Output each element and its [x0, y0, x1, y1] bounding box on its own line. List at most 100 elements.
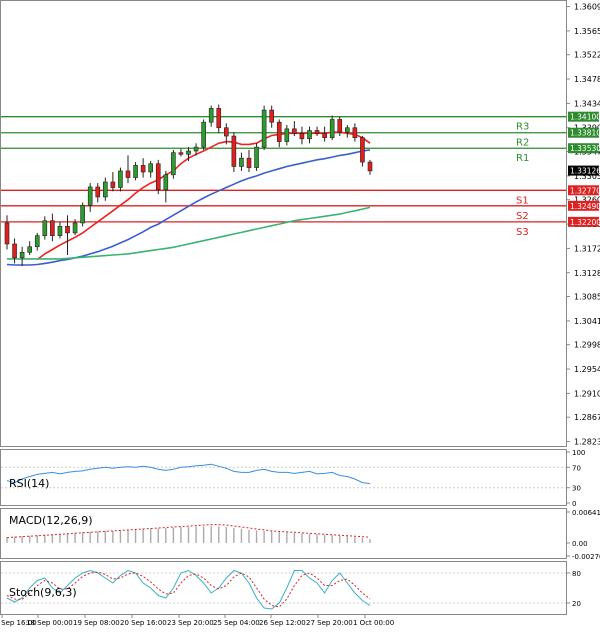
candle: [171, 149, 176, 179]
candle-body-down: [50, 220, 55, 236]
price-tick-label: 1.30850: [574, 293, 600, 302]
level-name-r3: R3: [516, 122, 529, 133]
candle-body-up: [329, 119, 335, 139]
candle-body-up: [80, 204, 85, 224]
candle-body-down: [65, 225, 70, 234]
candle-body-up: [19, 251, 25, 259]
rsi-label: RSI(14): [9, 477, 49, 490]
macd-label: MACD(12,26,9): [9, 514, 93, 527]
time-tick-label: 25 Sep 04:00: [213, 619, 260, 627]
price-tick-label: 1.34780: [574, 75, 600, 84]
candle-body-up: [148, 163, 153, 173]
candle: [261, 105, 267, 150]
time-tick-label: 27 Sep 20:00: [306, 619, 353, 627]
candle-body-down: [224, 127, 229, 137]
price-tick-label: 1.28230: [574, 438, 600, 447]
candle-body-down: [178, 152, 184, 155]
panel-tick-label: 100: [572, 449, 585, 457]
price-tick-label: 1.29100: [574, 389, 600, 398]
level-value-r2: 1.33810: [570, 129, 600, 138]
price-tick-label: 1.36090: [574, 3, 600, 12]
price-tick-label: 1.35650: [574, 27, 600, 36]
candle-body-down: [12, 243, 17, 259]
candle-body-down: [216, 108, 222, 129]
candle-body-down: [4, 222, 10, 245]
price-tick-label: 1.35220: [574, 51, 600, 60]
candle: [231, 132, 237, 173]
price-tick-label: 1.29980: [574, 341, 600, 350]
level-name-s3: S3: [516, 227, 529, 238]
level-name-r2: R2: [516, 138, 529, 149]
candle-body-down: [155, 163, 161, 191]
panel-tick-label: 70: [572, 464, 581, 472]
candle-body-up: [186, 150, 191, 155]
candle-body-up: [57, 225, 63, 236]
candle-body-up: [87, 186, 93, 206]
candle: [254, 143, 259, 171]
time-tick-label: 19 Sep 08:00: [73, 619, 120, 627]
panel-tick-label: 0: [572, 500, 576, 508]
candle-body-down: [125, 170, 131, 178]
panel-tick-label: 20: [572, 600, 581, 608]
candle-body-up: [163, 174, 169, 191]
candle-body-up: [42, 220, 48, 236]
price-tick-label: 1.29540: [574, 365, 600, 374]
time-tick-label: 20 Sep 16:00: [120, 619, 167, 627]
candle-body-down: [292, 128, 297, 134]
candle-body-down: [140, 165, 146, 173]
panel-tick-label: 30: [572, 485, 581, 493]
time-tick-label: 18 Sep 00:00: [26, 619, 73, 627]
stoch-panel-frame: [0, 561, 567, 615]
candle: [155, 159, 161, 195]
level-name-r1: R1: [516, 153, 529, 164]
candle-body-down: [367, 161, 373, 172]
current-price-value: 1.33126: [570, 167, 600, 176]
candle-body-up: [307, 130, 312, 140]
candle-body-up: [118, 170, 123, 188]
candle-body-down: [110, 181, 116, 188]
price-tick-label: 1.30410: [574, 317, 600, 326]
level-value-r1: 1.33530: [570, 144, 600, 153]
current-price: 1.33126: [568, 165, 600, 176]
time-tick-label: 26 Sep 12:00: [259, 619, 306, 627]
candle-body-up: [133, 165, 138, 178]
candle-body-down: [352, 127, 358, 139]
price-tick-label: 1.31280: [574, 269, 600, 278]
candle-body-down: [360, 137, 365, 163]
trading-chart: 1.360901.356501.352201.347801.343401.339…: [0, 0, 600, 630]
candle: [80, 202, 85, 227]
candle-body-down: [299, 132, 305, 140]
candle-body-up: [72, 222, 78, 234]
panel-tick-label: 0.006412: [572, 509, 600, 517]
candle-body-up: [171, 152, 176, 176]
candle-body-down: [269, 109, 274, 123]
stoch-label: Stoch(9,6,3): [9, 586, 77, 599]
candle-body-up: [208, 108, 214, 123]
candle-body-up: [239, 157, 244, 167]
candle: [329, 115, 335, 140]
candle-body-up: [103, 181, 108, 198]
time-axis: 17 Sep 16:0018 Sep 00:0019 Sep 08:0020 S…: [0, 614, 394, 627]
time-tick-label: 1 Oct 00:00: [353, 619, 394, 627]
candle-body-down: [276, 121, 282, 142]
candle-body-down: [95, 186, 101, 198]
candle-body-up: [201, 121, 206, 148]
candle-body-down: [322, 132, 327, 139]
candle-body-up: [34, 235, 40, 248]
candle-body-down: [246, 157, 252, 168]
level-value-r3: 1.34100: [570, 113, 600, 122]
chart-canvas: 1.360901.356501.352201.347801.343401.339…: [0, 0, 600, 627]
level-name-s2: S2: [516, 211, 529, 222]
panel-tick-label: 80: [572, 570, 581, 578]
level-value-s1: 1.32770: [570, 186, 600, 195]
level-name-s1: S1: [516, 195, 529, 206]
time-tick-label: 23 Sep 20:00: [167, 619, 214, 627]
candle-body-up: [254, 146, 259, 168]
price-tick-label: 1.31720: [574, 244, 600, 253]
candle-body-up: [261, 109, 267, 148]
candle-body-up: [345, 127, 350, 133]
candle: [201, 119, 206, 150]
candle-body-down: [337, 119, 343, 133]
panel-tick-label: 0.00: [572, 540, 588, 548]
candle-body-up: [193, 146, 199, 152]
